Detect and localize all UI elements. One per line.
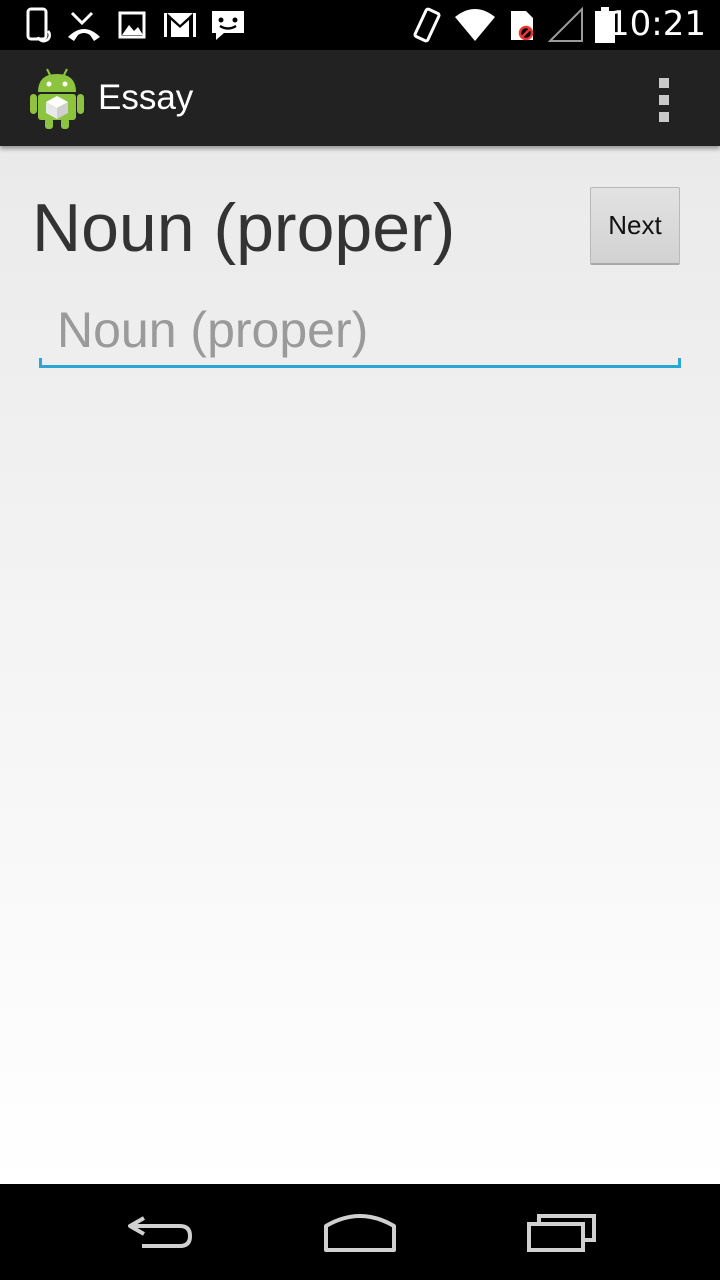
- status-bar: 10:21: [0, 0, 720, 50]
- overflow-menu-icon[interactable]: [648, 76, 680, 124]
- main-content: Noun (proper) Next: [0, 146, 720, 1184]
- missed-call-icon: [68, 11, 100, 41]
- signal-icon: [548, 7, 583, 42]
- gmail-icon: [164, 13, 196, 37]
- page-heading: Noun (proper): [32, 190, 456, 266]
- noun-proper-input[interactable]: [39, 296, 681, 364]
- app-title: Essay: [98, 78, 194, 117]
- navigation-bar: [0, 1184, 720, 1280]
- wifi-icon: [455, 9, 495, 41]
- input-underline-left-tick: [39, 358, 42, 368]
- next-button[interactable]: Next: [590, 187, 680, 265]
- input-underline-right-tick: [678, 358, 681, 368]
- image-icon: [118, 11, 146, 39]
- home-icon[interactable]: [322, 1206, 398, 1258]
- input-underline: [39, 365, 681, 368]
- phone-sync-icon: [26, 7, 51, 43]
- sms-icon: [212, 11, 244, 40]
- no-sim-icon: [511, 11, 534, 41]
- action-bar: Essay: [0, 50, 720, 146]
- noun-input-wrapper: [39, 296, 681, 368]
- recents-icon[interactable]: [526, 1206, 598, 1258]
- status-time: 10:21: [608, 4, 706, 44]
- vibrate-icon: [413, 7, 441, 43]
- android-app-icon[interactable]: [28, 66, 86, 130]
- back-icon[interactable]: [124, 1206, 196, 1258]
